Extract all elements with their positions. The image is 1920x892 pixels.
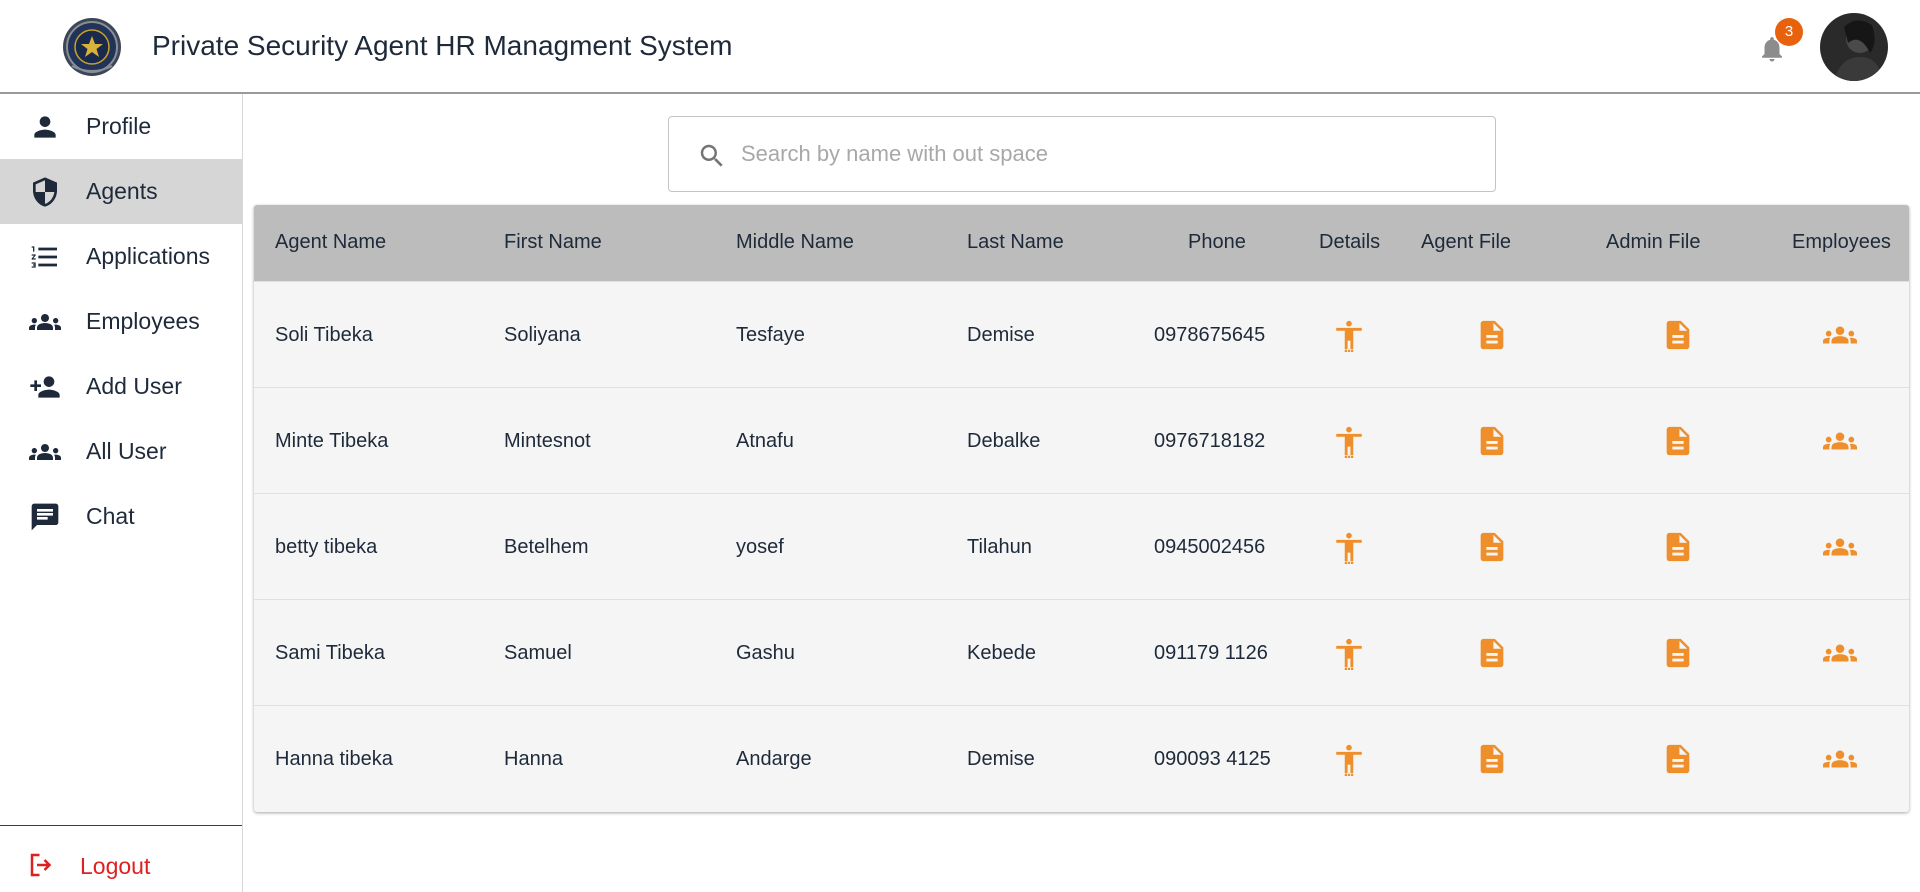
cell-middle-name: Atnafu [736,430,794,452]
table-row: Sami Tibeka Samuel Gashu Kebede 091179 1… [254,599,1909,705]
accessibility-details-icon[interactable] [1332,424,1366,458]
person-add-icon [30,376,60,398]
table-header-row: Agent Name First Name Middle Name Last N… [254,205,1909,281]
agent-file-icon[interactable] [1475,424,1509,458]
admin-file-icon[interactable] [1661,742,1695,776]
table-row: Minte Tibeka Mintesnot Atnafu Debalke 09… [254,387,1909,493]
table-row: Hanna tibeka Hanna Andarge Demise 090093… [254,705,1909,811]
accessibility-details-icon[interactable] [1332,636,1366,670]
groups-icon [29,444,61,460]
notification-count-badge: 3 [1775,18,1803,46]
accessibility-details-icon[interactable] [1332,530,1366,564]
sidebar-item-label: Profile [86,113,152,139]
cell-first-name: Mintesnot [504,430,591,452]
admin-file-icon[interactable] [1661,636,1695,670]
cell-last-name: Tilahun [967,536,1032,558]
cell-agent-name: Soli Tibeka [275,324,373,346]
shield-icon [33,177,57,207]
cell-middle-name: Gashu [736,642,795,664]
cell-middle-name: yosef [736,536,784,558]
sidebar-item-label: Agents [86,178,158,204]
column-header-employees[interactable]: Employees [1792,231,1891,254]
logout-button[interactable]: Logout [0,838,242,892]
table-row: Soli Tibeka Soliyana Tesfaye Demise 0978… [254,281,1909,387]
column-header-details[interactable]: Details [1319,231,1380,254]
sidebar-item-agents[interactable]: Agents [0,159,242,224]
accessibility-details-icon[interactable] [1332,318,1366,352]
admin-file-icon[interactable] [1661,530,1695,564]
cell-last-name: Debalke [967,430,1041,452]
column-header-first-name[interactable]: First Name [504,231,602,254]
table-row: betty tibeka Betelhem yosef Tilahun 0945… [254,493,1909,599]
groups-icon [29,314,61,330]
search-input[interactable] [741,131,1461,177]
logout-label: Logout [80,853,151,879]
sidebar-item-profile[interactable]: Profile [0,94,242,159]
admin-file-icon[interactable] [1661,424,1695,458]
cell-middle-name: Tesfaye [736,324,805,346]
agent-file-icon[interactable] [1475,636,1509,670]
cell-first-name: Soliyana [504,324,581,346]
employees-groups-icon[interactable] [1823,636,1857,670]
cell-phone: 091179 1126 [1154,642,1268,664]
sidebar: Profile Agents Applications Employees Ad… [0,94,243,892]
search-box [668,116,1496,192]
chat-icon [31,503,59,531]
logout-icon [30,853,52,877]
app-header: Private Security Agent HR Managment Syst… [0,0,1920,94]
sidebar-item-label: All User [86,438,167,464]
cell-first-name: Hanna [504,748,563,770]
employees-groups-icon[interactable] [1823,530,1857,564]
list-icon [31,246,57,268]
sidebar-item-applications[interactable]: Applications [0,224,242,289]
sidebar-item-add-user[interactable]: Add User [0,354,242,419]
agents-table: Agent Name First Name Middle Name Last N… [254,205,1909,812]
agent-file-icon[interactable] [1475,530,1509,564]
column-header-agent-file[interactable]: Agent File [1421,231,1511,254]
cell-agent-name: Hanna tibeka [275,748,393,770]
admin-file-icon[interactable] [1661,318,1695,352]
column-header-last-name[interactable]: Last Name [967,231,1064,254]
cell-phone: 090093 4125 [1154,748,1271,770]
employees-groups-icon[interactable] [1823,742,1857,776]
cell-first-name: Samuel [504,642,572,664]
column-header-middle-name[interactable]: Middle Name [736,231,854,254]
column-header-agent-name[interactable]: Agent Name [275,231,386,254]
sidebar-item-all-user[interactable]: All User [0,419,242,484]
sidebar-item-label: Employees [86,308,200,334]
sidebar-item-chat[interactable]: Chat [0,484,242,549]
employees-groups-icon[interactable] [1823,318,1857,352]
cell-agent-name: Sami Tibeka [275,642,386,664]
cell-agent-name: Minte Tibeka [275,430,389,452]
cell-phone: 0978675645 [1154,324,1266,346]
cell-phone: 0976718182 [1154,430,1266,452]
user-avatar[interactable] [1820,13,1888,81]
cell-last-name: Demise [967,748,1035,770]
column-header-phone[interactable]: Phone [1188,231,1246,254]
agent-file-icon[interactable] [1475,742,1509,776]
sidebar-divider [0,825,242,826]
cell-first-name: Betelhem [504,536,589,558]
agency-logo [63,18,121,76]
search-icon [700,144,723,167]
cell-last-name: Kebede [967,642,1036,664]
accessibility-details-icon[interactable] [1332,742,1366,776]
sidebar-item-label: Add User [86,373,182,399]
cell-middle-name: Andarge [736,748,812,770]
sidebar-item-label: Applications [86,243,211,269]
cell-agent-name: betty tibeka [275,536,378,558]
cell-phone: 0945002456 [1154,536,1266,558]
sidebar-item-employees[interactable]: Employees [0,289,242,354]
cell-last-name: Demise [967,324,1035,346]
person-icon [34,116,56,138]
sidebar-item-label: Chat [86,503,135,529]
agent-file-icon[interactable] [1475,318,1509,352]
column-header-admin-file[interactable]: Admin File [1606,231,1700,254]
employees-groups-icon[interactable] [1823,424,1857,458]
app-title: Private Security Agent HR Managment Syst… [152,30,733,61]
